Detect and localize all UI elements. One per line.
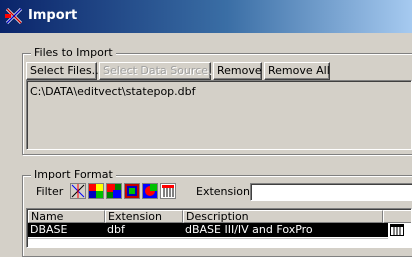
vector-filter-icon[interactable] (70, 183, 86, 199)
cell-description: dBASE III/IV and FoxPro (185, 223, 313, 236)
cell-name: DBASE (30, 223, 68, 236)
extension-field[interactable] (250, 183, 412, 201)
column-header-description[interactable]: Description (183, 210, 383, 223)
column-header-extra (383, 210, 411, 223)
select-files-button[interactable]: Select Files... (26, 62, 102, 80)
column-header-extension[interactable]: Extension (105, 210, 183, 223)
remove-button[interactable]: Remove (213, 62, 262, 80)
cell-extension: dbf (107, 223, 125, 236)
table-row[interactable]: DBASE dbf dBASE III/IV and FoxPro (28, 223, 388, 237)
select-data-source-button[interactable]: Select Data Source... (99, 62, 218, 80)
files-to-import-legend: Files to Import (31, 46, 116, 60)
file-list-item[interactable]: C:\DATA\editvect\statepop.dbf (30, 85, 196, 98)
import-format-legend: Import Format (31, 168, 116, 182)
raster-filter-icon-4[interactable] (142, 183, 158, 199)
column-header-name[interactable]: Name (28, 210, 105, 223)
import-app-icon (5, 7, 23, 25)
extension-label: Extension (196, 185, 251, 198)
raster-filter-icon-2[interactable] (106, 183, 122, 199)
title-bar[interactable]: Import (0, 0, 412, 33)
database-filter-icon[interactable] (160, 183, 176, 199)
window-title: Import (28, 8, 78, 23)
table-row-empty[interactable] (28, 238, 388, 247)
raster-filter-icon-3[interactable] (124, 183, 140, 199)
raster-filter-icon[interactable] (88, 183, 104, 199)
table-icon[interactable] (390, 224, 404, 236)
format-table[interactable]: Name Extension Description DBASE dbf dBA… (26, 208, 412, 248)
remove-all-button[interactable]: Remove All (264, 62, 330, 80)
files-list[interactable]: C:\DATA\editvect\statepop.dbf (26, 80, 412, 150)
filter-label: Filter (36, 185, 64, 198)
